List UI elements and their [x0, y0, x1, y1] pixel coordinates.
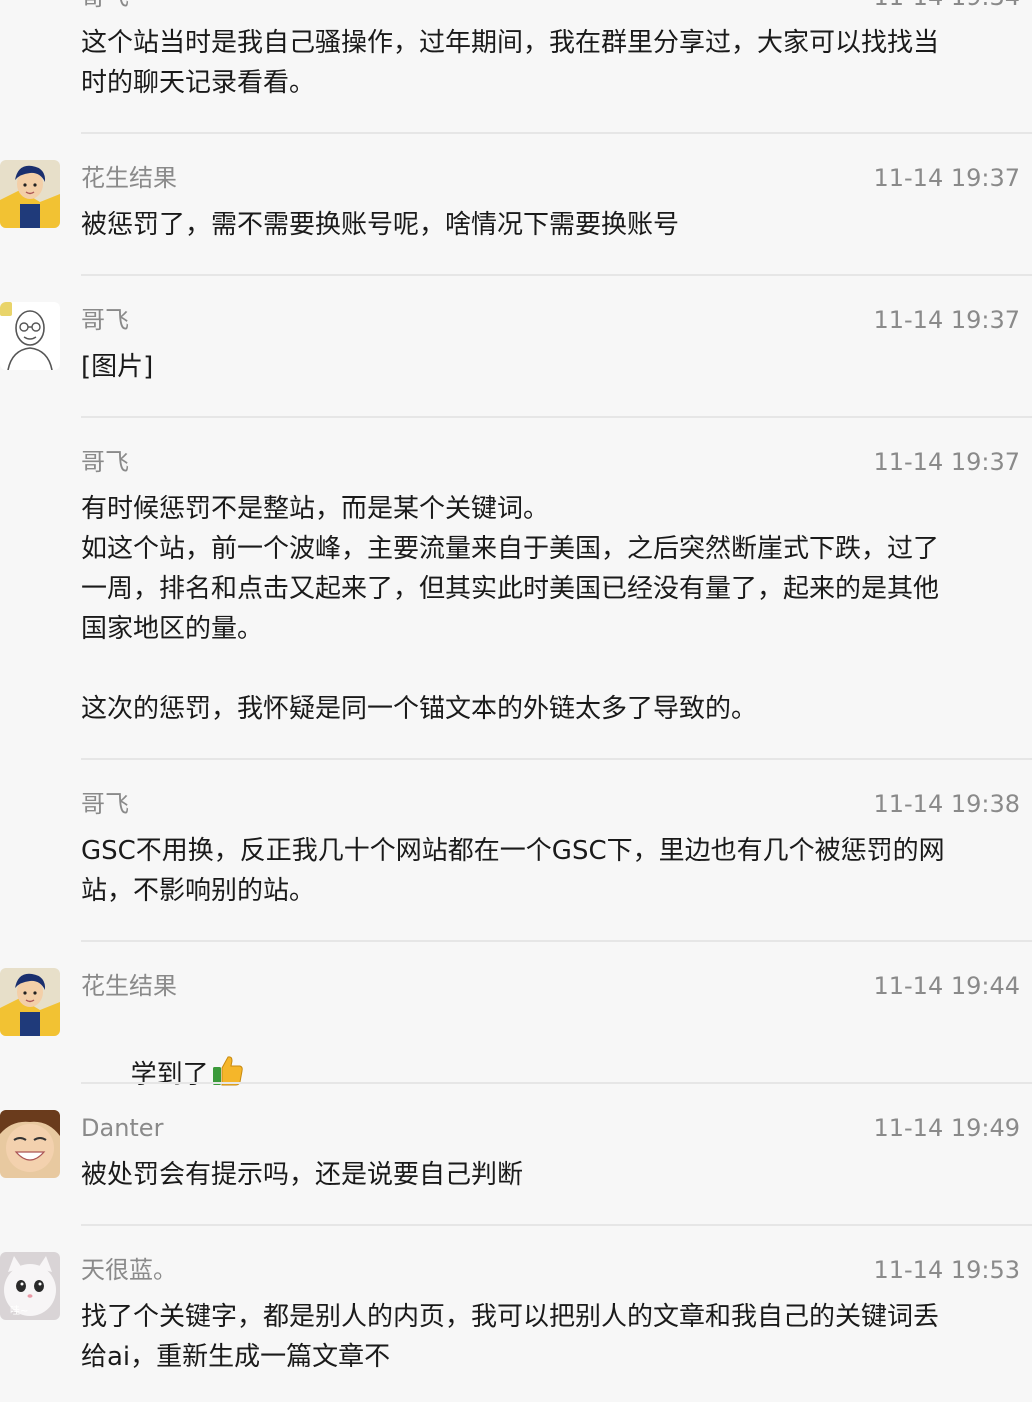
avatar[interactable]: [0, 968, 60, 1036]
image-message-text[interactable]: [图片]: [81, 347, 1021, 387]
divider: [81, 1224, 1032, 1226]
sender-name[interactable]: 哥飞: [81, 789, 129, 819]
message-time: 11-14 19:53: [873, 1256, 1020, 1284]
message-text: 找了个关键字，都是别人的内页，我可以把别人的文章和我自己的关键词丢 给ai，重新…: [81, 1302, 940, 1372]
sender-name[interactable]: 花生结果: [81, 163, 177, 193]
white-cat-avatar-icon: 哇~: [0, 1252, 60, 1320]
avatar[interactable]: [0, 302, 60, 370]
message-text: 被惩罚了，需不需要换账号呢，啥情况下需要换账号: [81, 210, 680, 240]
divider: [81, 758, 1032, 760]
avatar[interactable]: [0, 160, 60, 228]
sender-name[interactable]: 花生结果: [81, 971, 177, 1001]
boy-cartoon-avatar-icon: [0, 968, 60, 1036]
sender-name[interactable]: 哥飞: [81, 0, 129, 12]
bald-man-sketch-avatar-icon: [0, 302, 60, 370]
divider: [81, 1082, 1032, 1084]
message-time: 11-14 19:37: [873, 164, 1020, 192]
sender-name[interactable]: 天很蓝。: [81, 1255, 177, 1285]
message-time: 11-14 19:34: [873, 0, 1020, 12]
sender-name[interactable]: 哥飞: [81, 447, 129, 477]
avatar[interactable]: [0, 1110, 60, 1178]
divider: [81, 940, 1032, 942]
message-text: 有时候惩罚不是整站，而是某个关键词。 如这个站，前一个波峰，主要流量来自于美国，…: [81, 494, 940, 724]
message-time: 11-14 19:37: [873, 448, 1020, 476]
smiling-anime-boy-avatar-icon: [0, 1110, 60, 1178]
sender-name[interactable]: Danter: [81, 1113, 163, 1143]
divider: [81, 274, 1032, 276]
message-text: 学到了: [130, 1060, 209, 1090]
sender-name[interactable]: 哥飞: [81, 305, 129, 335]
message-time: 11-14 19:44: [873, 972, 1020, 1000]
avatar[interactable]: 哇~: [0, 1252, 60, 1320]
divider: [81, 416, 1032, 418]
message-text: 这个站当时是我自己骚操作，过年期间，我在群里分享过，大家可以找找当 时的聊天记录…: [81, 28, 940, 98]
message-text: GSC不用换，反正我几十个网站都在一个GSC下，里边也有几个被惩罚的网 站，不影…: [81, 836, 945, 906]
message-text: 被处罚会有提示吗，还是说要自己判断: [81, 1160, 524, 1190]
boy-cartoon-avatar-icon: [0, 160, 60, 228]
message-time: 11-14 19:37: [873, 306, 1020, 334]
avatar-overlay-text: 哇~: [10, 1304, 28, 1317]
message-time: 11-14 19:38: [873, 790, 1020, 818]
divider: [81, 132, 1032, 134]
message-time: 11-14 19:49: [873, 1114, 1020, 1142]
